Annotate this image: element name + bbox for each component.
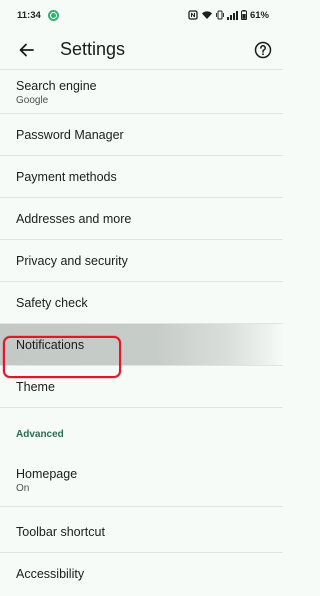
setting-subtitle: Google <box>16 94 49 106</box>
app-notification-icon <box>47 9 59 21</box>
setting-title: Toolbar shortcut <box>16 524 105 539</box>
battery-icon <box>240 10 247 20</box>
setting-addresses[interactable]: Addresses and more <box>0 198 283 240</box>
setting-title: Addresses and more <box>16 211 132 226</box>
help-icon <box>254 41 272 58</box>
setting-title: Search engine <box>16 78 97 93</box>
setting-title: Accessibility <box>16 567 85 581</box>
setting-homepage[interactable]: Homepage On <box>0 454 283 507</box>
setting-title: Notifications <box>16 337 85 352</box>
setting-password-manager[interactable]: Password Manager <box>0 114 283 156</box>
help-button[interactable] <box>243 30 283 70</box>
settings-screen: 11:34 61% Settings Search engine Google … <box>0 0 283 596</box>
setting-toolbar-shortcut[interactable]: Toolbar shortcut <box>0 511 283 553</box>
setting-title: Privacy and security <box>16 253 128 268</box>
setting-theme[interactable]: Theme <box>0 366 283 408</box>
app-bar: Settings <box>0 30 283 70</box>
setting-title: Password Manager <box>16 127 124 142</box>
section-header-advanced: Advanced <box>16 429 64 440</box>
setting-safety-check[interactable]: Safety check <box>0 282 283 324</box>
arrow-back-icon <box>19 43 34 56</box>
status-time: 11:34 <box>17 9 41 21</box>
setting-title: Payment methods <box>16 169 117 184</box>
battery-percent: 61% <box>249 9 269 21</box>
vibrate-icon <box>216 10 224 20</box>
signal-icon <box>226 11 238 20</box>
setting-payment-methods[interactable]: Payment methods <box>0 156 283 198</box>
setting-title: Safety check <box>16 295 88 310</box>
nfc-icon <box>188 10 198 20</box>
status-icons: 61% <box>188 10 269 21</box>
page-title: Settings <box>60 39 126 59</box>
setting-search-engine[interactable]: Search engine Google <box>0 71 283 114</box>
back-button[interactable] <box>0 30 52 70</box>
status-bar: 11:34 61% <box>0 0 283 30</box>
setting-title: Homepage <box>16 466 78 481</box>
wifi-icon <box>201 11 212 19</box>
setting-accessibility[interactable]: Accessibility <box>0 553 283 595</box>
setting-title: Theme <box>16 379 55 394</box>
setting-subtitle: On <box>16 482 30 494</box>
setting-notifications[interactable]: Notifications <box>0 324 283 366</box>
setting-privacy-security[interactable]: Privacy and security <box>0 240 283 282</box>
